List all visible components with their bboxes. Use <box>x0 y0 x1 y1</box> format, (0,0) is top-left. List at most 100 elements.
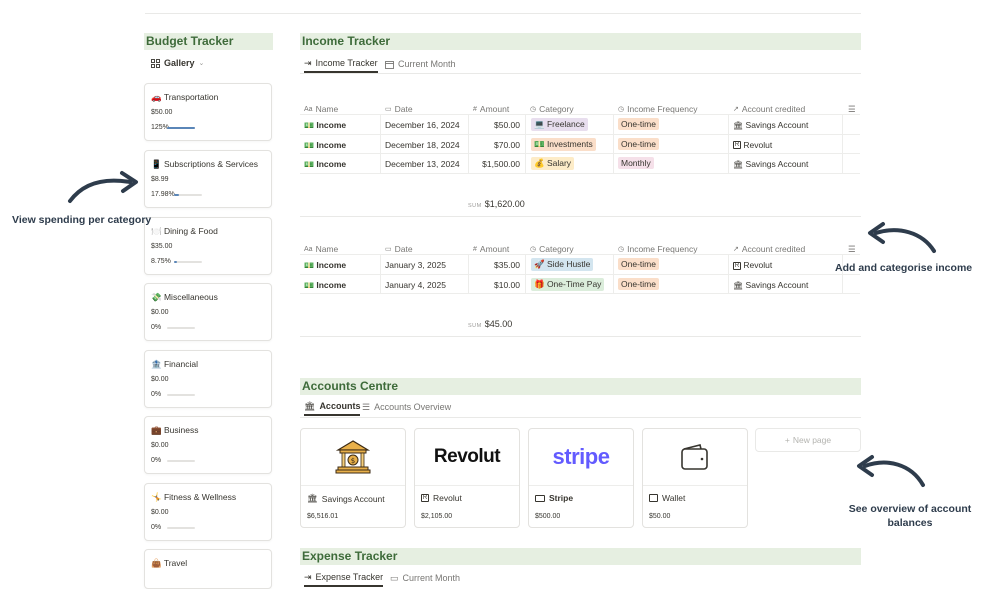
tab-accounts[interactable]: 🏛 Accounts <box>304 398 361 416</box>
income-date[interactable]: January 4, 2025 <box>385 280 446 290</box>
budget-card[interactable]: 💼 Business $0.00 0% <box>144 416 272 474</box>
column-header[interactable]: ▭ Date <box>385 104 413 114</box>
budget-amount: $50.00 <box>151 109 173 116</box>
bank-icon: 🏛 <box>733 121 744 130</box>
account-credited[interactable]: R Revolut <box>733 260 772 270</box>
column-header[interactable]: # Amount <box>473 244 509 254</box>
revolut-logo: Revolut <box>415 429 519 486</box>
new-row-area[interactable] <box>300 293 860 313</box>
account-card-revolut[interactable]: Revolut R Revolut $2,105.00 <box>414 428 520 528</box>
column-header[interactable]: ◷ Income Frequency <box>618 244 698 254</box>
income-date[interactable]: December 13, 2024 <box>385 159 460 169</box>
budget-card-title: 💼 Business <box>151 425 198 436</box>
svg-text:$: $ <box>351 457 355 465</box>
income-date[interactable]: December 18, 2024 <box>385 140 460 150</box>
group-divider <box>300 215 861 217</box>
budget-card-title: 🚗 Transportation <box>151 92 218 103</box>
table-row[interactable]: 💵 Income December 13, 2024 $1,500.00 💰 Sala… <box>300 153 860 173</box>
account-credited[interactable]: 🏛 Savings Account <box>733 280 808 290</box>
income-name[interactable]: 💵 Income <box>304 280 346 290</box>
account-card-savings[interactable]: $ 🏛 Savings Account $6,516.01 <box>300 428 406 528</box>
budget-card-title: 🍽️ Dining & Food <box>151 226 218 237</box>
new-row-area[interactable] <box>300 172 860 193</box>
account-card-stripe[interactable]: stripe Stripe $500.00 <box>528 428 634 528</box>
column-divider <box>728 114 729 173</box>
income-date[interactable]: January 3, 2025 <box>385 260 446 270</box>
income-amount[interactable]: $1,500.00 <box>460 159 520 169</box>
budget-percent: 17.98% <box>151 191 175 198</box>
tab-expense-tracker[interactable]: ⇥ Expense Tracker <box>304 569 384 587</box>
tab-income-tracker[interactable]: ⇥ Income Tracker <box>304 55 378 73</box>
budget-percent: 0% <box>151 391 162 398</box>
budget-card[interactable]: 🍽️ Dining & Food $35.00 8.75% <box>144 217 272 275</box>
column-header[interactable]: Aa Name <box>304 244 338 254</box>
progress-bar <box>167 527 195 529</box>
table-row[interactable]: 💵 Income January 3, 2025 $35.00 🚀 Side Hust… <box>300 254 860 274</box>
income-frequency[interactable]: One-time <box>618 258 659 270</box>
budget-card[interactable]: 🏦 Financial $0.00 0% <box>144 350 272 408</box>
income-category[interactable]: 💵 Investments <box>531 137 596 151</box>
revolut-icon: R <box>733 141 741 150</box>
income-category[interactable]: 💻 Freelance <box>531 118 588 131</box>
tab-label: Accounts Overview <box>374 402 452 412</box>
budget-card[interactable]: 🤸 Fitness & Wellness $0.00 0% <box>144 483 272 541</box>
column-divider <box>380 114 381 173</box>
income-name[interactable]: 💵 Income <box>304 260 346 270</box>
budget-card[interactable]: 💸 Miscellaneous $0.00 0% <box>144 283 272 341</box>
income-name[interactable]: 💵 Income <box>304 140 346 150</box>
column-header[interactable]: ◷ Income Frequency <box>618 104 698 114</box>
column-type-icon: Aa <box>304 105 313 113</box>
column-header[interactable]: ◷ Category <box>530 244 574 254</box>
account-credited[interactable]: 🏛 Savings Account <box>733 159 808 169</box>
budget-card[interactable]: 📱 Subscriptions & Services $8.99 17.98% <box>144 150 272 208</box>
plus-icon: + <box>784 435 790 445</box>
category-emoji-icon: 📱 <box>151 159 162 169</box>
income-date[interactable]: December 16, 2024 <box>385 120 460 130</box>
income-amount[interactable]: $50.00 <box>460 120 520 130</box>
income-frequency[interactable]: One-time <box>618 137 659 150</box>
income-category[interactable]: 💰 Salary <box>531 157 575 170</box>
table-row[interactable]: 💵 Income December 18, 2024 $70.00 💵 Investm… <box>300 133 860 154</box>
expense-tracker-title[interactable]: Expense Tracker <box>300 548 861 565</box>
category-emoji-icon: 🍽️ <box>151 226 162 236</box>
income-category[interactable]: 🎁 One-Time Pay <box>531 277 605 291</box>
budget-card-title: 👜 Travel <box>151 558 187 569</box>
income-amount[interactable]: $35.00 <box>460 260 520 270</box>
budget-card[interactable]: 👜 Travel <box>144 549 272 589</box>
bank-icon: 🏛 <box>307 493 318 503</box>
tab-label: Accounts <box>319 401 361 411</box>
account-credited[interactable]: R Revolut <box>733 140 772 150</box>
column-header[interactable]: ↗ Account credited <box>733 244 805 254</box>
income-amount[interactable]: $10.00 <box>460 280 520 290</box>
column-header[interactable]: Aa Name <box>304 104 338 114</box>
column-header[interactable]: ↗ Account credited <box>733 104 805 114</box>
account-name: Savings Account <box>321 493 385 504</box>
column-type-icon: ▭ <box>385 106 392 113</box>
table-row[interactable]: 💵 Income January 4, 2025 $10.00 🎁 One-Time … <box>300 273 860 294</box>
money-icon: 💵 <box>304 140 314 150</box>
account-credited[interactable]: 🏛 Savings Account <box>733 120 808 130</box>
income-frequency[interactable]: One-time <box>618 277 659 290</box>
tab-expense-current-month[interactable]: ▭ Current Month <box>390 569 460 587</box>
income-tracker-title[interactable]: Income Tracker <box>300 33 861 50</box>
budget-card[interactable]: 🚗 Transportation $50.00 125% <box>144 83 272 141</box>
income-name[interactable]: 💵 Income <box>304 159 346 169</box>
column-header[interactable]: ▭ Date <box>385 244 413 254</box>
column-header[interactable]: ◷ Category <box>530 104 574 114</box>
income-name[interactable]: 💵 Income <box>304 120 346 130</box>
budget-tracker-title[interactable]: Budget Tracker <box>144 33 273 50</box>
table-row[interactable]: 💵 Income December 16, 2024 $50.00 💻 Freelan… <box>300 114 860 134</box>
income-frequency[interactable]: One-time <box>618 118 659 130</box>
income-frequency[interactable]: Monthly <box>618 157 654 169</box>
new-page-button[interactable]: + New page <box>755 428 861 452</box>
gallery-view-button[interactable]: Gallery ⌄ <box>151 58 204 68</box>
accounts-centre-title[interactable]: Accounts Centre <box>300 378 861 395</box>
account-card-wallet[interactable]: Wallet $50.00 <box>642 428 748 528</box>
column-header[interactable]: # Amount <box>473 104 509 114</box>
tab-current-month[interactable]: Current Month <box>385 55 456 73</box>
column-type-icon: ◷ <box>530 106 537 113</box>
tab-accounts-overview[interactable]: ☰ Accounts Overview <box>362 398 451 416</box>
income-category[interactable]: 🚀 Side Hustle <box>531 258 594 271</box>
tab-label: Current Month <box>398 59 456 69</box>
income-amount[interactable]: $70.00 <box>460 140 520 150</box>
